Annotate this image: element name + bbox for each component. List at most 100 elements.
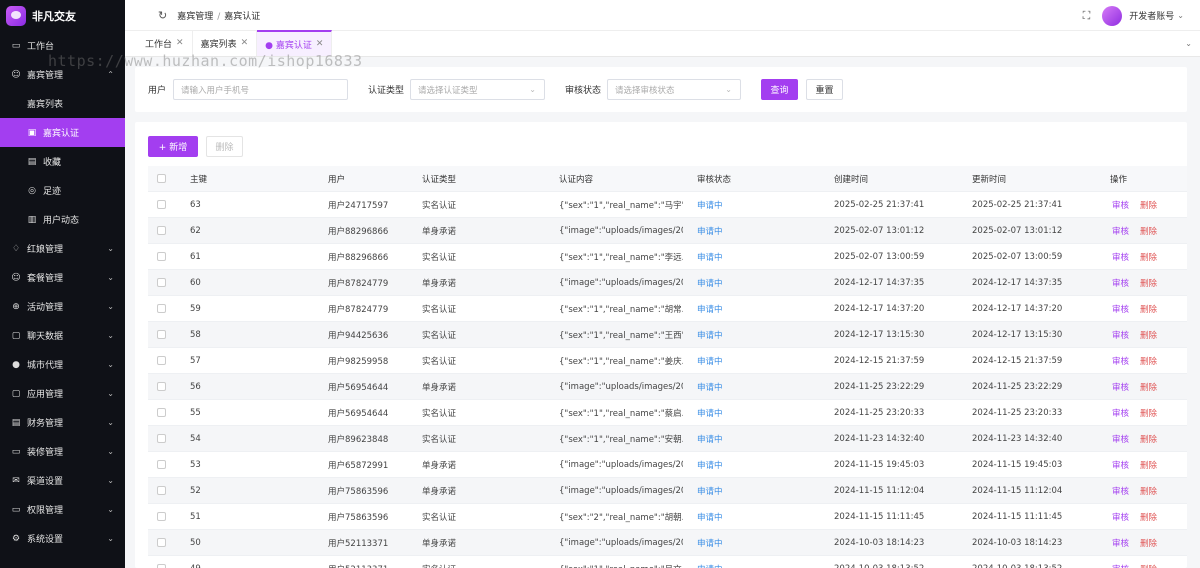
cell-cert-type: 单身承诺 bbox=[422, 486, 457, 497]
row-checkbox[interactable] bbox=[157, 408, 166, 417]
cert-type-select[interactable]: 请选择认证类型 ⌄ bbox=[410, 79, 545, 100]
tab-guest-list[interactable]: 嘉宾列表 ✕ bbox=[193, 30, 258, 56]
review-button[interactable]: 审核 bbox=[1112, 485, 1129, 497]
review-button[interactable]: 审核 bbox=[1112, 511, 1129, 523]
row-delete-button[interactable]: 删除 bbox=[1140, 355, 1157, 367]
tab-workbench[interactable]: 工作台 ✕ bbox=[137, 30, 193, 56]
row-delete-button[interactable]: 删除 bbox=[1140, 407, 1157, 419]
tab-guest-certification[interactable]: ● 嘉宾认证 ✕ bbox=[257, 30, 333, 56]
row-checkbox[interactable] bbox=[157, 200, 166, 209]
table-card: + 新增 删除 主键 用户 认证类型 认证内容 审核状态 创建时间 更新时间 操作 63 用户24… bbox=[135, 122, 1187, 568]
cell-id: 54 bbox=[190, 433, 201, 444]
sidebar-item[interactable]: ▭ 权限管理 ⌄ bbox=[0, 495, 125, 524]
row-delete-button[interactable]: 删除 bbox=[1140, 511, 1157, 523]
row-delete-button[interactable]: 删除 bbox=[1140, 433, 1157, 445]
sidebar-item[interactable]: ▭ 工作台 bbox=[0, 31, 125, 60]
delete-button[interactable]: 删除 bbox=[206, 136, 243, 157]
row-delete-button[interactable]: 删除 bbox=[1140, 329, 1157, 341]
chevron-down-icon[interactable]: ⌄ bbox=[1177, 11, 1184, 20]
sidebar-item[interactable]: ▥ 用户动态 bbox=[0, 205, 125, 234]
sidebar-item[interactable]: 嘉宾列表 bbox=[0, 89, 125, 118]
cell-id: 55 bbox=[190, 407, 201, 418]
sidebar-item[interactable]: ▤ 财务管理 ⌄ bbox=[0, 408, 125, 437]
cell-cert-type: 实名认证 bbox=[422, 304, 457, 315]
sidebar-item[interactable]: ▣ 嘉宾认证 bbox=[0, 118, 125, 147]
account-name[interactable]: 开发者账号 bbox=[1129, 9, 1174, 22]
row-checkbox[interactable] bbox=[157, 252, 166, 261]
user-phone-input[interactable]: 请输入用户手机号 bbox=[173, 79, 348, 100]
row-delete-button[interactable]: 删除 bbox=[1140, 251, 1157, 263]
table-row: 61 用户88296866 实名认证 {"sex":"1","real_name":"… bbox=[148, 244, 1187, 270]
review-button[interactable]: 审核 bbox=[1112, 433, 1129, 445]
cell-review-status: 申请中 bbox=[697, 563, 723, 568]
row-checkbox[interactable] bbox=[157, 304, 166, 313]
row-checkbox[interactable] bbox=[157, 512, 166, 521]
row-delete-button[interactable]: 删除 bbox=[1140, 537, 1157, 549]
cell-id: 57 bbox=[190, 355, 201, 366]
sidebar-item[interactable]: ♢ 红娘管理 ⌄ bbox=[0, 234, 125, 263]
cell-user: 用户75863596 bbox=[328, 486, 389, 497]
breadcrumb-item-parent[interactable]: 嘉宾管理 bbox=[177, 12, 213, 22]
review-status-select[interactable]: 请选择审核状态 ⌄ bbox=[607, 79, 741, 100]
cell-cert-content: {"image":"uploads/images/20... bbox=[559, 381, 683, 392]
fullscreen-icon[interactable]: ⛶ bbox=[1083, 9, 1091, 23]
row-delete-button[interactable]: 删除 bbox=[1140, 381, 1157, 393]
sidebar-item[interactable]: ● 城市代理 ⌄ bbox=[0, 350, 125, 379]
reset-button[interactable]: 重置 bbox=[806, 79, 843, 100]
row-delete-button[interactable]: 删除 bbox=[1140, 225, 1157, 237]
row-delete-button[interactable]: 删除 bbox=[1140, 277, 1157, 289]
cell-user: 用户24717597 bbox=[328, 200, 389, 211]
cell-id: 50 bbox=[190, 537, 201, 548]
chevron-down-icon: ⌄ bbox=[529, 85, 536, 94]
row-checkbox[interactable] bbox=[157, 486, 166, 495]
sidebar-item[interactable]: ⚙ 系统设置 ⌄ bbox=[0, 524, 125, 553]
chat-icon: ▢ bbox=[11, 330, 21, 341]
sidebar-item[interactable]: ✉ 渠道设置 ⌄ bbox=[0, 466, 125, 495]
select-all-checkbox[interactable] bbox=[157, 174, 166, 183]
sidebar-item[interactable]: ☺ 嘉宾管理 ⌃ bbox=[0, 60, 125, 89]
review-button[interactable]: 审核 bbox=[1112, 563, 1129, 568]
row-checkbox[interactable] bbox=[157, 434, 166, 443]
review-button[interactable]: 审核 bbox=[1112, 329, 1129, 341]
sidebar-item[interactable]: ▤ 收藏 bbox=[0, 147, 125, 176]
row-checkbox[interactable] bbox=[157, 538, 166, 547]
row-delete-button[interactable]: 删除 bbox=[1140, 485, 1157, 497]
query-button[interactable]: 查询 bbox=[761, 79, 798, 100]
row-checkbox[interactable] bbox=[157, 226, 166, 235]
chevron-down-icon: ⌄ bbox=[107, 331, 114, 340]
sidebar-item[interactable]: ◎ 足迹 bbox=[0, 176, 125, 205]
review-button[interactable]: 审核 bbox=[1112, 355, 1129, 367]
row-checkbox[interactable] bbox=[157, 330, 166, 339]
review-button[interactable]: 审核 bbox=[1112, 459, 1129, 471]
add-button[interactable]: + 新增 bbox=[148, 136, 198, 157]
sidebar-item[interactable]: ⊕ 活动管理 ⌄ bbox=[0, 292, 125, 321]
review-button[interactable]: 审核 bbox=[1112, 251, 1129, 263]
review-button[interactable]: 审核 bbox=[1112, 225, 1129, 237]
sidebar-item[interactable]: ☺ 套餐管理 ⌄ bbox=[0, 263, 125, 292]
row-checkbox[interactable] bbox=[157, 460, 166, 469]
review-status-placeholder: 请选择审核状态 bbox=[615, 85, 675, 96]
avatar[interactable] bbox=[1102, 5, 1123, 26]
row-checkbox[interactable] bbox=[157, 564, 166, 568]
chevron-down-icon[interactable]: ⌄ bbox=[1185, 39, 1192, 48]
close-icon[interactable]: ✕ bbox=[241, 38, 249, 48]
review-button[interactable]: 审核 bbox=[1112, 381, 1129, 393]
row-delete-button[interactable]: 删除 bbox=[1140, 303, 1157, 315]
close-icon[interactable]: ✕ bbox=[316, 39, 324, 49]
sidebar-item[interactable]: ▢ 聊天数据 ⌄ bbox=[0, 321, 125, 350]
row-checkbox[interactable] bbox=[157, 356, 166, 365]
sidebar-item[interactable]: ▭ 装修管理 ⌄ bbox=[0, 437, 125, 466]
row-delete-button[interactable]: 删除 bbox=[1140, 459, 1157, 471]
row-checkbox[interactable] bbox=[157, 278, 166, 287]
review-button[interactable]: 审核 bbox=[1112, 277, 1129, 289]
refresh-icon[interactable]: ↻ bbox=[158, 9, 167, 22]
review-button[interactable]: 审核 bbox=[1112, 407, 1129, 419]
row-delete-button[interactable]: 删除 bbox=[1140, 563, 1157, 568]
row-checkbox[interactable] bbox=[157, 382, 166, 391]
review-button[interactable]: 审核 bbox=[1112, 537, 1129, 549]
row-delete-button[interactable]: 删除 bbox=[1140, 199, 1157, 211]
sidebar-item[interactable]: ▢ 应用管理 ⌄ bbox=[0, 379, 125, 408]
review-button[interactable]: 审核 bbox=[1112, 303, 1129, 315]
review-button[interactable]: 审核 bbox=[1112, 199, 1129, 211]
close-icon[interactable]: ✕ bbox=[176, 38, 184, 48]
